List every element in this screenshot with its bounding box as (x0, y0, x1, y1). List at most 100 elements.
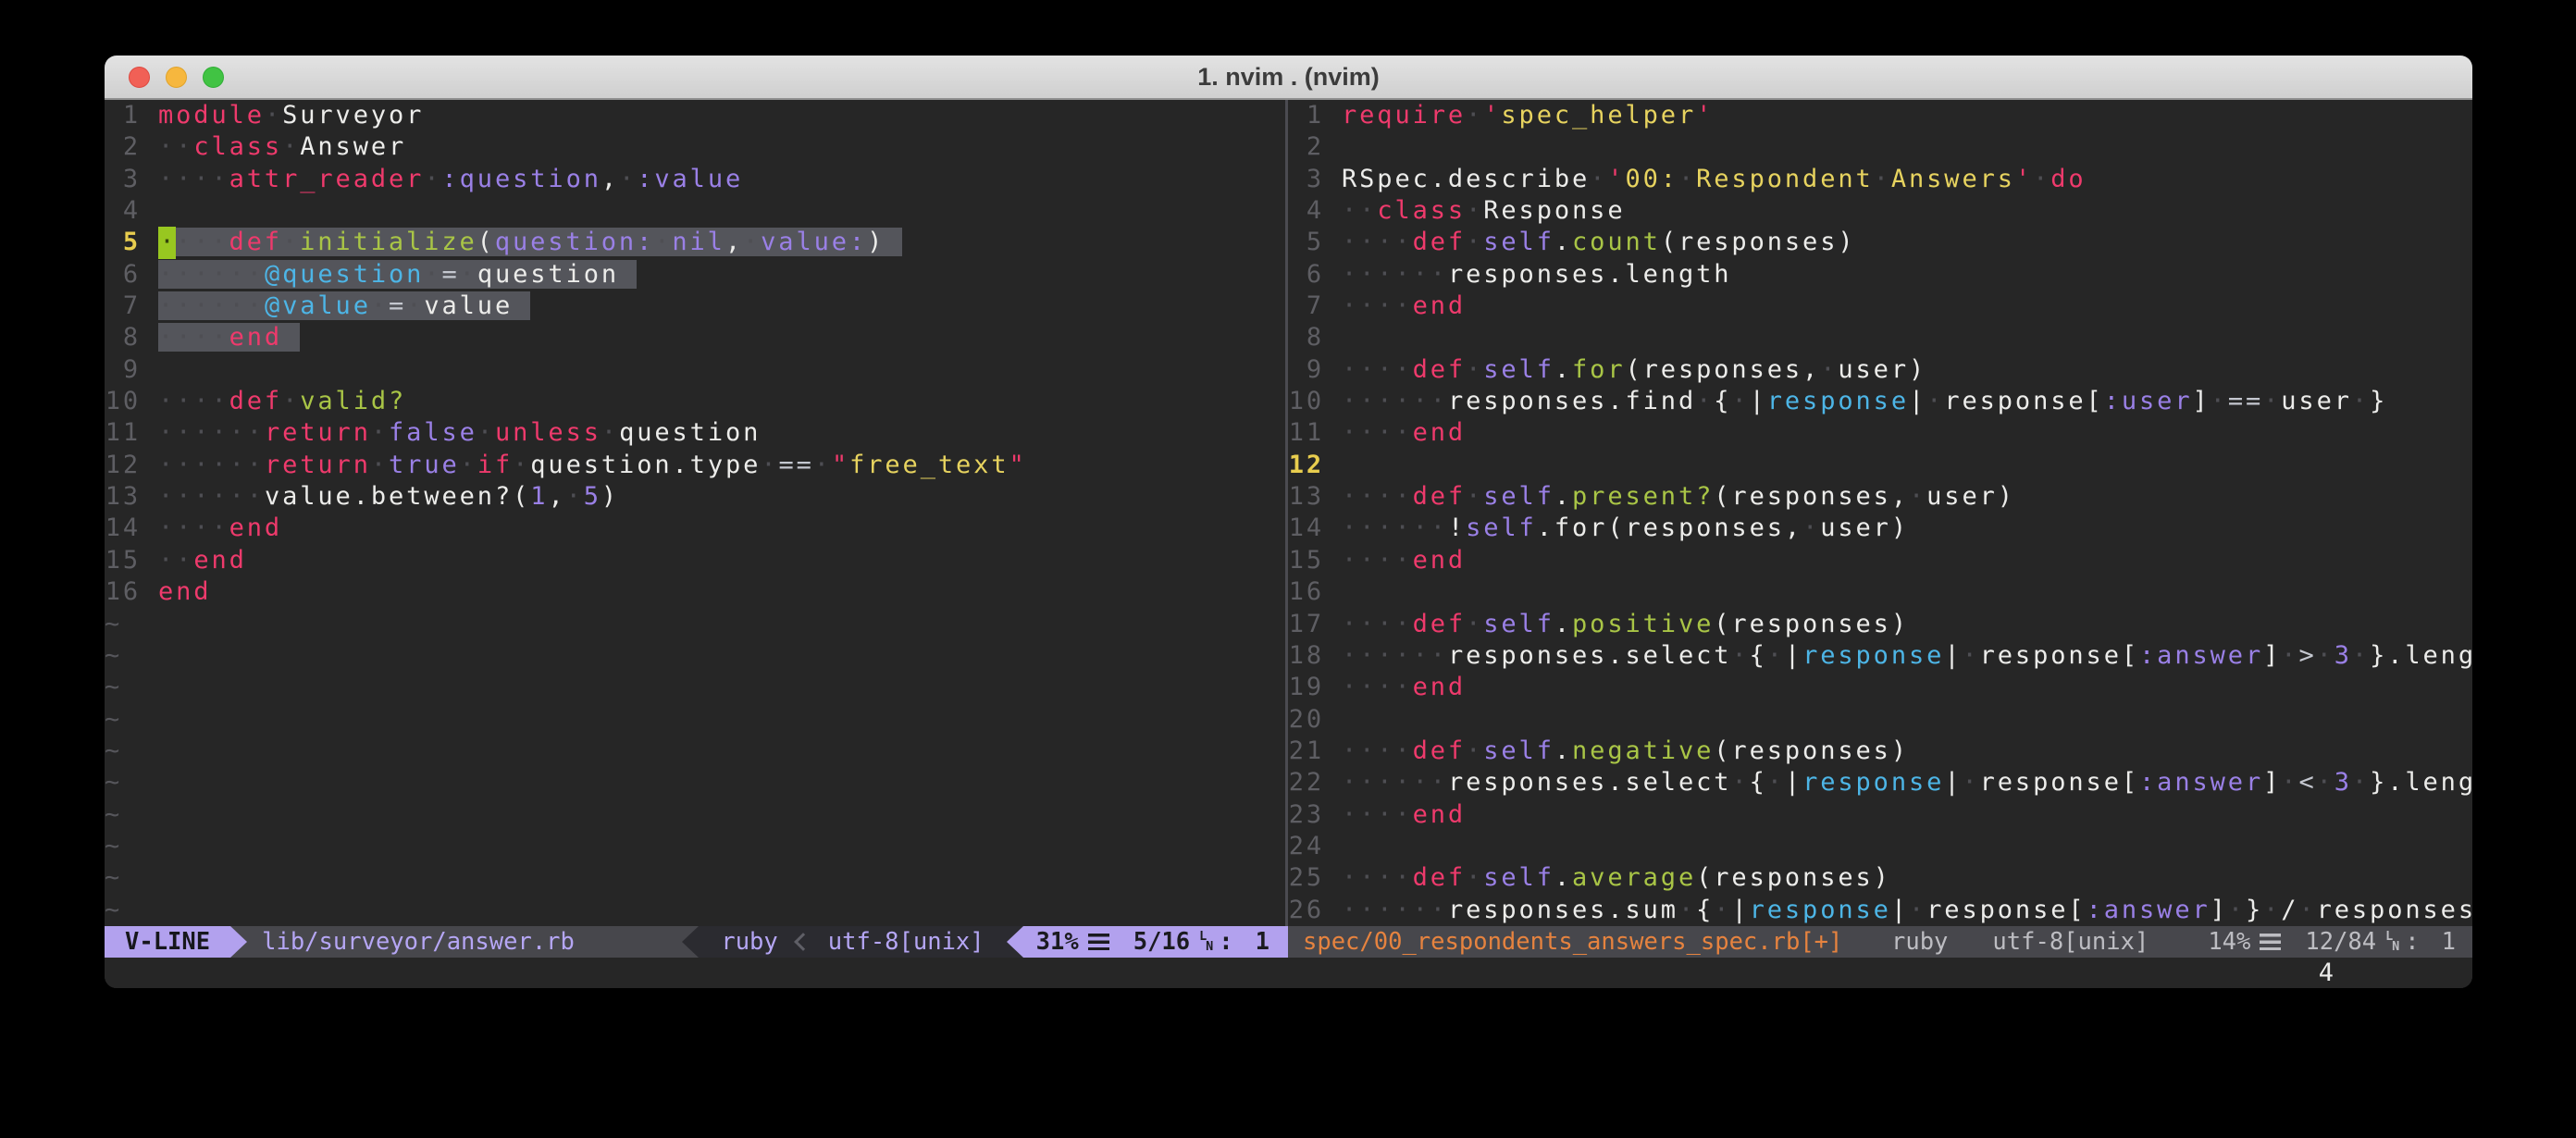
token-w: ) (601, 482, 619, 511)
line-number: 5 (1288, 227, 1324, 258)
whitespace-dot: · (406, 291, 424, 320)
gutter-space (1324, 450, 1342, 481)
visual-selection: ····end (158, 323, 300, 352)
whitespace-dot: · (1466, 196, 1483, 225)
whitespace-dot: ······ (158, 260, 265, 289)
token-q: ' (1696, 101, 1714, 130)
minimize-button[interactable] (166, 67, 187, 88)
code-line[interactable]: 15 ····end (1288, 545, 2472, 576)
code-line[interactable]: 17 ····def·self.positive(responses) (1288, 609, 2472, 640)
token-w: responses.select (1448, 768, 1732, 797)
code-line[interactable]: 4 (105, 195, 1285, 227)
line-number: 2 (105, 131, 141, 163)
code-line[interactable]: 3 RSpec.describe·'00:·Respondent·Answers… (1288, 164, 2472, 195)
code-line[interactable]: 11 ······return·false·unless·question (105, 417, 1285, 449)
window-titlebar[interactable]: 1. nvim . (nvim) (105, 56, 2472, 100)
code-line[interactable]: 14 ····end (105, 513, 1285, 544)
line-number: 7 (105, 291, 141, 322)
code-line[interactable]: 21 ····def·self.negative(responses) (1288, 736, 2472, 767)
code-line[interactable]: 16 end (105, 576, 1285, 608)
code-line[interactable]: 12 (1288, 450, 2472, 481)
token-w: responses.length.to_f (2317, 896, 2472, 924)
whitespace-dot: · (1678, 165, 1696, 193)
gutter-space (141, 291, 158, 322)
position-segment: 31% 5/16 LN : 1 (1023, 926, 1288, 958)
gutter-space (141, 417, 158, 449)
token-q: ' (1483, 101, 1501, 130)
code-line[interactable]: 7 ······@value·=·value (105, 291, 1285, 322)
code-line[interactable]: 13 ····def·self.present?(responses,·user… (1288, 481, 2472, 513)
gutter-space (1324, 322, 1342, 353)
code-line[interactable]: 16 (1288, 576, 2472, 608)
gutter-space (141, 354, 158, 386)
code-line[interactable]: 24 (1288, 831, 2472, 862)
code-line[interactable]: 10 ······responses.find·{·|response|·res… (1288, 386, 2472, 417)
code-line[interactable]: 4 ··class·Response (1288, 195, 2472, 227)
code-line[interactable]: 11 ····end (1288, 417, 2472, 449)
whitespace-dot: ···· (158, 387, 229, 415)
gutter-space (141, 322, 158, 353)
scroll-percent: 31% (1036, 928, 1079, 956)
code-line[interactable]: 25 ····def·self.average(responses) (1288, 862, 2472, 894)
editor-pane-spec-rb[interactable]: 1 require·'spec_helper'2 3 RSpec.describ… (1288, 100, 2472, 926)
zoom-button[interactable] (203, 67, 224, 88)
code-line[interactable]: 9 (105, 354, 1285, 386)
token-k: def (1413, 863, 1466, 892)
token-k: end (193, 546, 246, 575)
code-line[interactable]: 26 ······responses.sum·{·|response|·resp… (1288, 895, 2472, 926)
code-line[interactable]: 7 ····end (1288, 291, 2472, 322)
code-line[interactable]: 15 ··end (105, 545, 1285, 576)
token-k: def (229, 387, 282, 415)
whitespace-dot: · (2317, 768, 2334, 797)
line-number: 11 (1288, 417, 1324, 449)
whitespace-dot: · (2281, 641, 2298, 670)
whitespace-dot: · (282, 132, 300, 161)
gutter-space (141, 576, 158, 608)
token-w: user) (1820, 513, 1909, 542)
split-panes: 1 module·Surveyor2 ··class·Answer3 ····a… (105, 100, 2472, 926)
whitespace-dot: · (2033, 165, 2050, 193)
code-line[interactable]: 1 require·'spec_helper' (1288, 100, 2472, 131)
code-line[interactable]: 22 ······responses.select·{·|response|·r… (1288, 767, 2472, 798)
code-line[interactable]: 8 ····end (105, 322, 1285, 353)
code-line[interactable]: 5 ····def·self.count(responses) (1288, 227, 2472, 258)
token-o: = (389, 291, 406, 320)
code-line[interactable]: 1 module·Surveyor (105, 100, 1285, 131)
close-button[interactable] (129, 67, 150, 88)
token-p: :answer (2139, 768, 2263, 797)
code-line[interactable]: 6 ······responses.length (1288, 259, 2472, 291)
token-w: | (1750, 387, 1767, 415)
whitespace-dot: · (654, 228, 672, 256)
gutter-space (1324, 576, 1342, 608)
whitespace-dot: · (743, 228, 761, 256)
whitespace-dot: ···· (1342, 228, 1413, 256)
token-k: end (229, 513, 282, 542)
code-line[interactable]: 20 (1288, 704, 2472, 736)
editor-pane-answer-rb[interactable]: 1 module·Surveyor2 ··class·Answer3 ····a… (105, 100, 1285, 926)
token-w: user) (1838, 355, 1926, 384)
code-line[interactable]: 12 ······return·true·if·question.type·==… (105, 450, 1285, 481)
code-line[interactable]: 19 ····end (1288, 672, 2472, 703)
token-w: question.type (530, 451, 761, 479)
whitespace-dot: · (2352, 387, 2370, 415)
line-number: 12 (105, 450, 141, 481)
gutter-space (1324, 417, 1342, 449)
code-line[interactable]: 13 ······value.between?(1,·5) (105, 481, 1285, 513)
code-line[interactable]: 10 ····def·valid? (105, 386, 1285, 417)
code-line[interactable]: 3 ····attr_reader·:question,·:value (105, 164, 1285, 195)
code-line[interactable]: 6 ······@question·=·question (105, 259, 1285, 291)
token-w: { (1750, 768, 1767, 797)
code-line[interactable]: 14 ······!self.for(responses,·user) (1288, 513, 2472, 544)
code-line[interactable]: 9 ····def·self.for(responses,·user) (1288, 354, 2472, 386)
pending-command-count: 4 (2319, 958, 2334, 988)
code-line[interactable]: 5 ····def·initialize(question:·nil,·valu… (105, 227, 1285, 258)
code-line[interactable]: 18 ······responses.select·{·|response|·r… (1288, 640, 2472, 672)
token-w: (responses) (1714, 610, 1909, 638)
filetype-label: ruby (721, 928, 777, 956)
code-line[interactable]: 23 ····end (1288, 799, 2472, 831)
code-line[interactable]: 2 ··class·Answer (105, 131, 1285, 163)
code-line[interactable]: 8 (1288, 322, 2472, 353)
empty-buffer-line: ~ (105, 831, 1285, 862)
code-line[interactable]: 2 (1288, 131, 2472, 163)
file-path-active: lib/surveyor/answer.rb (247, 926, 682, 958)
